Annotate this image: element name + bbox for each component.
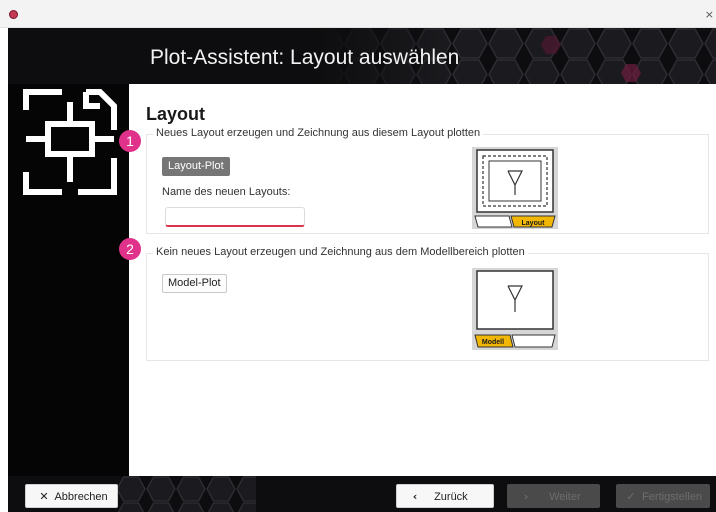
- page-title: Plot-Assistent: Layout auswählen: [150, 46, 460, 69]
- cancel-button[interactable]: ✕ Abbrechen: [25, 484, 118, 508]
- new-layout-name-label: Name des neuen Layouts:: [162, 186, 291, 198]
- wizard-content: Layout Neues Layout erzeugen und Zeichnu…: [129, 84, 716, 476]
- finish-button[interactable]: ✓ Fertigstellen: [616, 484, 710, 508]
- next-button-label: Weiter: [549, 491, 581, 503]
- step-badge-1: 1: [119, 130, 141, 152]
- app-logo-icon: [9, 10, 18, 19]
- option-new-layout-legend: Neues Layout erzeugen und Zeichnung aus …: [153, 127, 484, 139]
- hex-pattern-decoration: [116, 476, 256, 512]
- close-icon[interactable]: ×: [705, 8, 714, 21]
- option-model-group: Kein neues Layout erzeugen und Zeichnung…: [146, 246, 709, 361]
- model-tab-label: Modell: [482, 339, 504, 346]
- checkmark-icon: ✓: [626, 490, 636, 503]
- back-button-label: Zurück: [434, 491, 468, 503]
- next-button[interactable]: › Weiter: [507, 484, 600, 508]
- window-titlebar: ×: [0, 0, 716, 28]
- chevron-right-icon: ›: [523, 490, 529, 503]
- layout-frame-icon: [23, 89, 117, 195]
- section-title: Layout: [146, 104, 206, 124]
- wizard-sidebar: [8, 84, 129, 476]
- chevron-left-icon: ‹: [412, 490, 418, 503]
- cancel-button-label: Abbrechen: [54, 491, 108, 503]
- model-plot-button[interactable]: Model-Plot: [162, 274, 227, 293]
- finish-button-label: Fertigstellen: [642, 491, 702, 503]
- option-new-layout-group: Neues Layout erzeugen und Zeichnung aus …: [146, 127, 709, 234]
- layout-plot-button[interactable]: Layout-Plot: [162, 157, 230, 176]
- layout-tab-label: Layout: [522, 220, 546, 227]
- x-icon: ✕: [39, 490, 49, 503]
- step-badge-2: 2: [119, 238, 141, 260]
- wizard-header: Plot-Assistent: Layout auswählen: [8, 28, 716, 84]
- option-model-legend: Kein neues Layout erzeugen und Zeichnung…: [153, 246, 528, 258]
- model-preview-image: Modell: [472, 268, 558, 350]
- new-layout-name-input[interactable]: [165, 207, 305, 227]
- layout-preview-image: Layout: [472, 147, 558, 229]
- back-button[interactable]: ‹ Zurück: [396, 484, 494, 508]
